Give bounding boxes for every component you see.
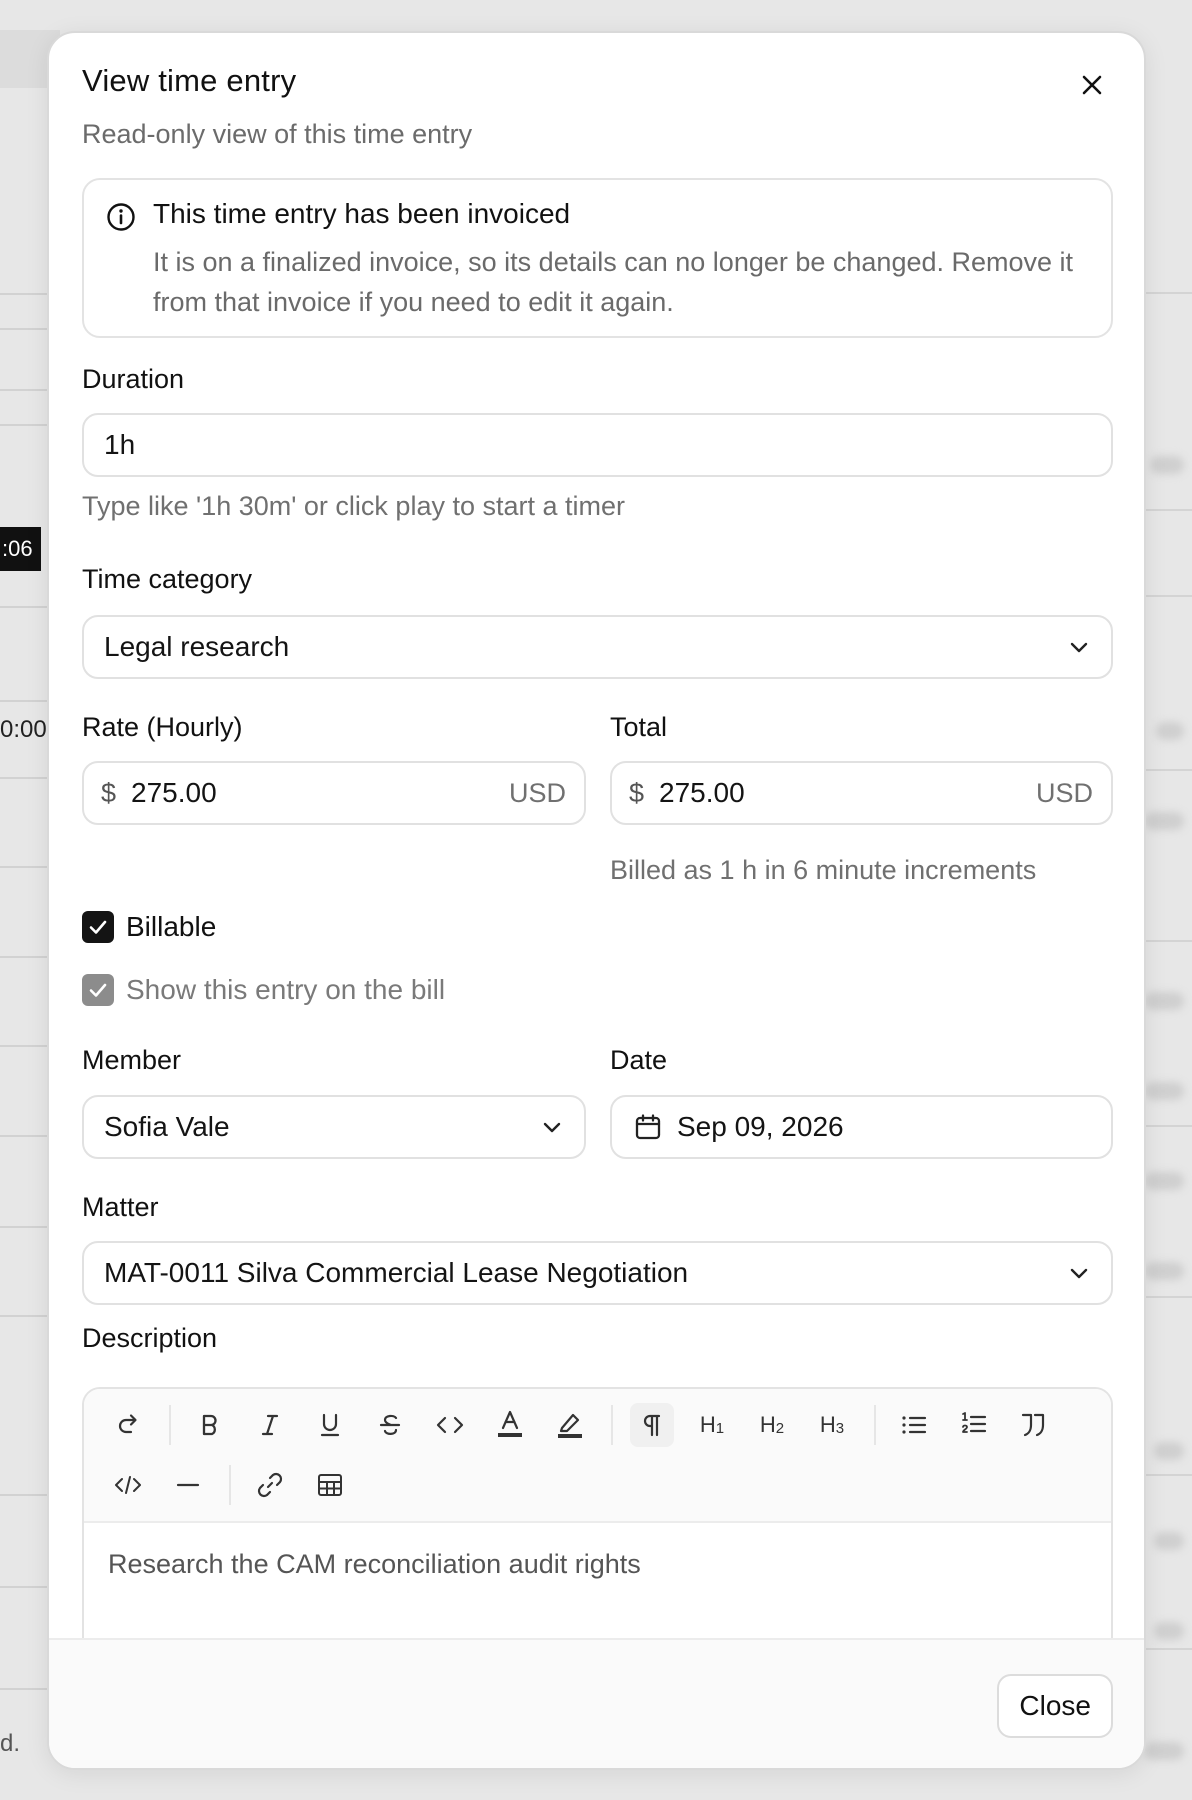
redo-icon[interactable] <box>106 1403 150 1447</box>
backdrop-blurred-text <box>1144 1262 1184 1280</box>
backdrop-blurred-text <box>1144 812 1184 830</box>
description-content[interactable]: Research the CAM reconciliation audit ri… <box>108 1549 641 1580</box>
chevron-down-icon <box>540 1115 564 1139</box>
date-value: Sep 09, 2026 <box>677 1111 844 1142</box>
dialog-subtitle: Read-only view of this time entry <box>82 119 473 149</box>
backdrop-blurred-text <box>1144 1742 1184 1760</box>
duration-label: Duration <box>82 364 185 394</box>
show-on-bill-checkbox[interactable] <box>82 974 114 1006</box>
view-time-entry-dialog: View time entry Read-only view of this t… <box>47 31 1146 1770</box>
backdrop-blurred-text <box>1144 1172 1184 1190</box>
heading-letter: H <box>819 1412 836 1437</box>
chevron-down-icon <box>1067 635 1091 659</box>
heading-level: 1 <box>715 1419 725 1437</box>
member-value: Sofia Vale <box>104 1111 230 1142</box>
description-label: Description <box>82 1323 218 1353</box>
code-block-icon[interactable] <box>106 1463 150 1507</box>
total-currency-symbol: $ <box>629 778 645 808</box>
ordered-list-icon[interactable] <box>952 1403 996 1447</box>
duration-value: 1h <box>104 429 136 460</box>
close-button[interactable]: Close <box>997 1674 1113 1738</box>
total-hint: Billed as 1 h in 6 minute increments <box>610 855 1037 885</box>
backdrop-blurred-text <box>1154 1442 1184 1460</box>
heading-2-icon[interactable]: H2 <box>750 1403 794 1447</box>
dialog-footer: Close <box>49 1638 1144 1768</box>
time-category-value: Legal research <box>104 631 290 662</box>
bullet-list-icon[interactable] <box>892 1403 936 1447</box>
invoiced-alert: This time entry has been invoiced It is … <box>82 178 1113 338</box>
code-icon[interactable] <box>428 1403 472 1447</box>
time-category-label: Time category <box>82 564 253 594</box>
calendar-icon <box>634 1113 662 1141</box>
total-input[interactable]: $ 275.00 USD <box>610 761 1113 825</box>
dialog-title: View time entry <box>82 63 297 98</box>
italic-icon[interactable] <box>248 1403 292 1447</box>
heading-1-icon[interactable]: H1 <box>690 1403 734 1447</box>
backdrop-blurred-text <box>1156 722 1184 740</box>
rate-label: Rate (Hourly) <box>82 712 243 742</box>
backdrop-blurred-text <box>1154 1532 1184 1550</box>
heading-letter: H <box>759 1412 776 1437</box>
toolbar-separator <box>229 1465 231 1505</box>
duration-input[interactable]: 1h <box>82 413 1113 477</box>
matter-select[interactable]: MAT-0011 Silva Commercial Lease Negotiat… <box>82 1241 1113 1305</box>
underline-icon[interactable] <box>308 1403 352 1447</box>
rate-input[interactable]: $ 275.00 USD <box>82 761 586 825</box>
heading-letter: H <box>699 1412 716 1437</box>
backdrop-blurred-text <box>1150 456 1184 474</box>
toolbar-separator <box>874 1405 876 1445</box>
heading-level: 3 <box>835 1419 845 1437</box>
show-on-bill-label: Show this entry on the bill <box>126 974 446 1005</box>
backdrop-blurred-text <box>1144 1082 1184 1100</box>
blockquote-icon[interactable] <box>1012 1403 1056 1447</box>
billable-checkbox[interactable] <box>82 911 114 943</box>
backdrop-blurred-text <box>1154 1622 1184 1640</box>
editor-toolbar: H1 H2 H3 <box>84 1389 1111 1523</box>
member-select[interactable]: Sofia Vale <box>82 1095 586 1159</box>
total-value: 275.00 <box>659 777 745 808</box>
heading-level: 2 <box>775 1419 785 1437</box>
backdrop-time-text: 0:00 <box>0 716 47 743</box>
horizontal-rule-icon[interactable] <box>166 1463 210 1507</box>
backdrop-timer-badge: :06 <box>0 527 41 571</box>
backdrop-footer-text: d. <box>0 1730 21 1757</box>
rate-unit: USD <box>508 778 566 808</box>
alert-body: It is on a finalized invoice, so its det… <box>153 247 1074 317</box>
strikethrough-icon[interactable] <box>368 1403 412 1447</box>
date-picker[interactable]: Sep 09, 2026 <box>610 1095 1113 1159</box>
text-color-icon[interactable] <box>488 1403 532 1447</box>
bold-icon[interactable] <box>188 1403 232 1447</box>
highlight-icon[interactable] <box>548 1403 592 1447</box>
total-unit: USD <box>1035 778 1093 808</box>
time-category-select[interactable]: Legal research <box>82 615 1113 679</box>
table-icon[interactable] <box>308 1463 352 1507</box>
chevron-down-icon <box>1067 1261 1091 1285</box>
duration-hint: Type like '1h 30m' or click play to star… <box>82 491 626 521</box>
info-icon <box>106 202 136 232</box>
date-label: Date <box>610 1045 668 1075</box>
heading-3-icon[interactable]: H3 <box>810 1403 854 1447</box>
rate-currency-symbol: $ <box>101 778 117 808</box>
total-label: Total <box>610 712 668 742</box>
billable-label: Billable <box>126 911 217 942</box>
rate-value: 275.00 <box>131 777 217 808</box>
toolbar-separator <box>611 1405 613 1445</box>
close-icon[interactable] <box>1070 63 1114 107</box>
matter-value: MAT-0011 Silva Commercial Lease Negotiat… <box>104 1257 689 1288</box>
member-label: Member <box>82 1045 182 1075</box>
paragraph-icon[interactable] <box>630 1403 674 1447</box>
matter-label: Matter <box>82 1192 159 1222</box>
link-icon[interactable] <box>248 1463 292 1507</box>
alert-title: This time entry has been invoiced <box>153 198 571 229</box>
toolbar-separator <box>169 1405 171 1445</box>
backdrop-blurred-text <box>1144 992 1184 1010</box>
